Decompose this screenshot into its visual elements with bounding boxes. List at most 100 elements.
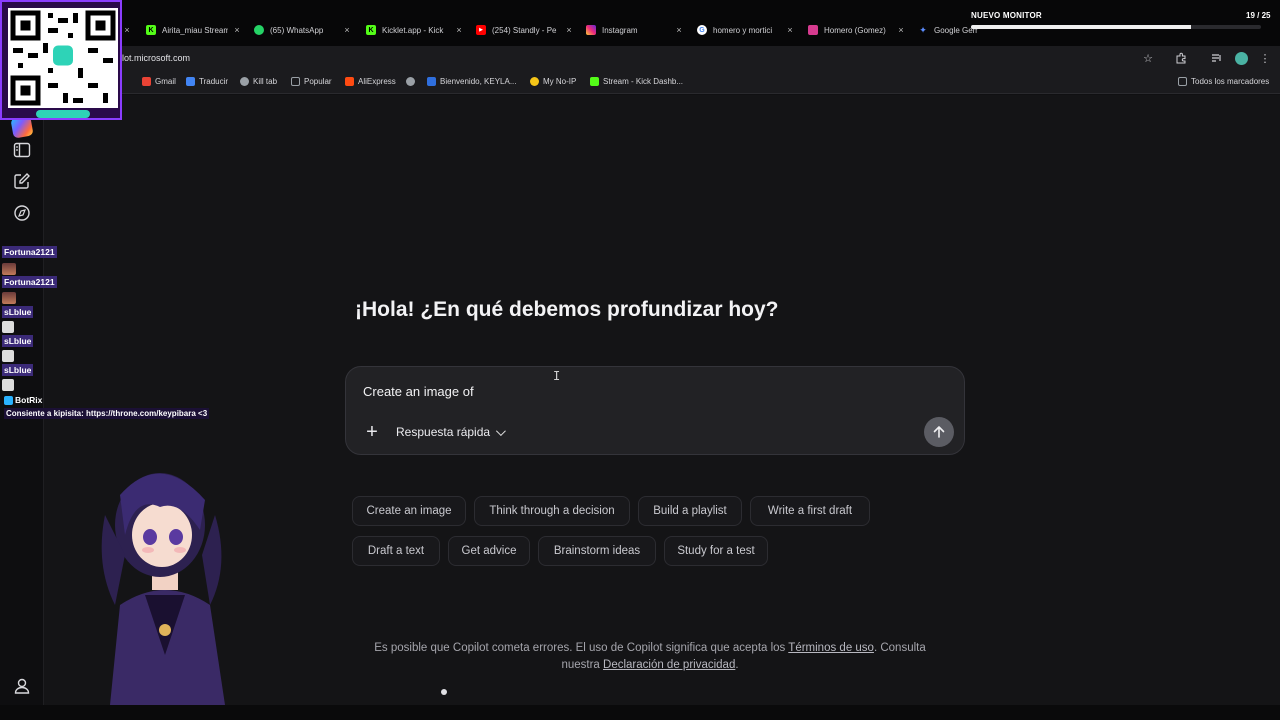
close-icon[interactable]: ×: [674, 25, 684, 35]
send-button[interactable]: [924, 417, 954, 447]
account-icon[interactable]: [12, 676, 32, 696]
avatar: [2, 263, 16, 275]
avatar: [2, 321, 14, 333]
bookmark-label: Stream - Kick Dashb...: [603, 77, 684, 86]
bookmark-label: Gmail: [155, 77, 176, 86]
profile-avatar-icon[interactable]: [1234, 52, 1248, 66]
bookmarks-bar: Gmail Traducir Kill tab Popular AliExpre…: [0, 72, 1280, 94]
folder-icon: [291, 77, 300, 86]
stream-goal-progress-fill: [971, 25, 1192, 29]
tab-label: (254) Standly - Pe: [492, 25, 557, 35]
disclaimer-text: Es posible que Copilot cometa errores. E…: [374, 642, 789, 654]
bot-badge-icon: [4, 395, 13, 405]
fandom-icon: [808, 25, 818, 35]
discover-icon[interactable]: [12, 203, 32, 223]
tab-4[interactable]: Instagram ×: [586, 18, 684, 42]
menu-dots-icon[interactable]: ⋮: [1258, 52, 1272, 66]
suggestion-chip[interactable]: Study for a test: [664, 536, 768, 566]
bot-message-author: BotRix: [4, 395, 42, 405]
tab-1[interactable]: (65) WhatsApp ×: [254, 18, 352, 42]
suggestion-chip[interactable]: Brainstorm ideas: [538, 536, 656, 566]
bookmark-label: AliExpress: [358, 77, 396, 86]
terms-link[interactable]: Términos de uso: [788, 642, 874, 654]
greeting-heading: ¡Hola! ¿En qué debemos profundizar hoy?: [355, 298, 779, 321]
donation-qr-overlay: [0, 0, 122, 120]
sidebar-toggle-icon[interactable]: [12, 140, 32, 160]
avatar: [2, 379, 14, 391]
arrow-up-icon: [933, 426, 945, 438]
stream-goal-title: NUEVO MONITOR: [971, 11, 1042, 20]
tab-7[interactable]: ✦ Google Gemini: [918, 18, 978, 42]
bookmark-kill-tab[interactable]: Kill tab: [240, 77, 277, 86]
bookmark-aliexpress[interactable]: AliExpress: [345, 77, 396, 86]
bookmark-label: Todos los marcadores: [1191, 77, 1270, 86]
suggestion-chip[interactable]: Write a first draft: [750, 496, 870, 526]
tab-label: Airita_miau Stream: [162, 25, 228, 35]
close-icon[interactable]: ×: [124, 25, 130, 35]
gemini-icon: ✦: [919, 24, 927, 35]
privacy-link[interactable]: Declaración de privacidad: [603, 659, 735, 671]
message-input[interactable]: Create an image of: [363, 384, 474, 399]
response-mode-dropdown[interactable]: Respuesta rápida: [396, 422, 506, 442]
suggestion-chip[interactable]: Draft a text: [352, 536, 440, 566]
avatar: [2, 350, 14, 362]
close-icon[interactable]: ×: [342, 25, 352, 35]
close-icon[interactable]: ×: [785, 25, 795, 35]
close-icon[interactable]: ×: [896, 25, 906, 35]
close-icon[interactable]: ×: [454, 25, 464, 35]
suggestion-chip[interactable]: Create an image: [352, 496, 466, 526]
close-icon[interactable]: ×: [564, 25, 574, 35]
vtuber-avatar-image: [101, 473, 225, 705]
tab-6[interactable]: Homero (Gomez) ×: [808, 18, 906, 42]
suggestion-chip[interactable]: Get advice: [448, 536, 530, 566]
browser-tab-strip: × K Airita_miau Stream × (65) WhatsApp ×…: [0, 0, 1280, 46]
whatsapp-icon: [254, 25, 264, 35]
scroll-indicator: [441, 689, 447, 695]
bookmark-noip[interactable]: My No-IP: [530, 77, 576, 86]
noip-icon: [530, 77, 539, 86]
chat-username: Fortuna2121: [2, 276, 57, 288]
new-chat-icon[interactable]: [12, 171, 32, 191]
bookmark-label: Bienvenido, KEYLA...: [440, 77, 517, 86]
bookmark-gmail[interactable]: Gmail: [142, 77, 176, 86]
bookmark-kick-dashboard[interactable]: Stream - Kick Dashb...: [590, 77, 683, 86]
suggestion-chip[interactable]: Build a playlist: [638, 496, 742, 526]
tab-0[interactable]: K Airita_miau Stream ×: [146, 18, 242, 42]
bookmark-translate[interactable]: Traducir: [186, 77, 228, 86]
bookmark-keyla[interactable]: Bienvenido, KEYLA...: [427, 77, 517, 86]
url-field[interactable]: lot.microsoft.com: [122, 53, 190, 63]
tab-label: Kicklet.app - Kick: [382, 25, 444, 35]
extensions-icon[interactable]: [1174, 52, 1188, 66]
close-icon[interactable]: ×: [232, 25, 242, 35]
tab-5[interactable]: G homero y mortici ×: [697, 18, 795, 42]
bookmark-label: My No-IP: [543, 77, 577, 86]
all-bookmarks[interactable]: Todos los marcadores: [1178, 77, 1269, 86]
chat-username: Fortuna2121: [2, 246, 57, 258]
chat-avatar-row: [2, 379, 16, 391]
plus-icon: +: [366, 421, 378, 443]
tab-2[interactable]: K Kicklet.app - Kick ×: [366, 18, 464, 42]
kick-icon: K: [146, 25, 156, 35]
chat-message: sLblue: [2, 335, 34, 347]
avatar: [2, 292, 16, 304]
add-attachment-button[interactable]: +: [360, 421, 384, 443]
bot-message: Consiente a kipisita: https://throne.com…: [4, 408, 210, 419]
suggestion-chip[interactable]: Think through a decision: [474, 496, 630, 526]
media-icon[interactable]: [1210, 52, 1224, 66]
bookmark-popular[interactable]: Popular: [291, 77, 332, 86]
stream-goal-progress: [971, 25, 1261, 29]
star-icon[interactable]: ☆: [1141, 52, 1155, 66]
kick-icon: [590, 77, 599, 86]
qr-code-image: [8, 8, 118, 108]
bot-username: BotRix: [15, 395, 43, 405]
stream-goal-count: 19 / 25: [1246, 11, 1271, 20]
disclaimer-text: .: [735, 659, 739, 671]
message-composer[interactable]: Create an image of + Respuesta rápida: [345, 366, 965, 455]
translate-icon: [186, 77, 195, 86]
bookmark-unnamed[interactable]: [406, 77, 419, 86]
chat-username: sLblue: [2, 364, 34, 376]
tab-3[interactable]: ▶ (254) Standly - Pe ×: [476, 18, 574, 42]
bookmark-label: Popular: [304, 77, 332, 86]
chat-username: sLblue: [2, 306, 34, 318]
chat-message: Fortuna2121: [2, 276, 57, 288]
